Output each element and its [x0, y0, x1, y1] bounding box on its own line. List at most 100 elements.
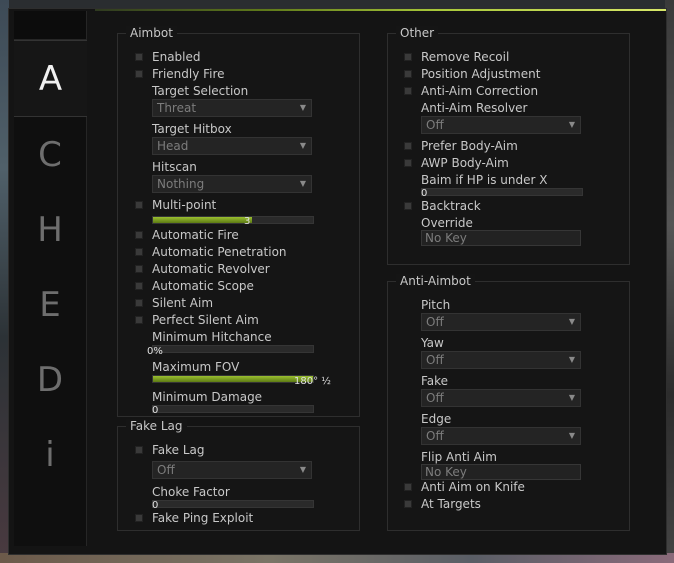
menu-window: A C H E D i Aimbot Enabled Friendly Fire…	[8, 8, 667, 555]
edge-value: Off	[426, 429, 444, 443]
max-fov-label: Maximum FOV	[152, 360, 240, 374]
min-hitchance-label: Minimum Hitchance	[152, 330, 272, 344]
tab-chams[interactable]: C	[14, 117, 86, 192]
yaw-dropdown[interactable]: Off ▼	[421, 351, 581, 369]
chevron-down-icon: ▼	[568, 355, 575, 364]
multipoint-slider[interactable]	[152, 216, 314, 224]
backtrack-checkbox[interactable]	[404, 202, 412, 210]
fake-ping-checkbox[interactable]	[135, 514, 143, 522]
choke-factor-label: Choke Factor	[152, 485, 230, 499]
fake-ping-label: Fake Ping Exploit	[152, 511, 254, 525]
anti-aimbot-group: Anti-Aimbot Pitch Off ▼ Yaw Off ▼ Fake O…	[387, 274, 630, 531]
at-targets-checkbox[interactable]	[404, 500, 412, 508]
auto-scope-checkbox[interactable]	[135, 282, 143, 290]
override-keybind[interactable]: No Key	[421, 230, 581, 246]
target-selection-label: Target Selection	[152, 84, 249, 98]
baim-hp-slider[interactable]	[421, 188, 583, 196]
position-adjustment-label: Position Adjustment	[421, 67, 541, 81]
min-damage-value: 0	[152, 405, 159, 416]
anti-aim-knife-label: Anti Aim on Knife	[421, 480, 525, 494]
pitch-dropdown[interactable]: Off ▼	[421, 313, 581, 331]
min-damage-label: Minimum Damage	[152, 390, 263, 404]
tab-bar: A C H E D i	[14, 11, 87, 546]
auto-penetration-label: Automatic Penetration	[152, 245, 287, 259]
accent-bar	[95, 9, 666, 11]
tab-info[interactable]: i	[14, 417, 86, 492]
auto-scope-label: Automatic Scope	[152, 279, 254, 293]
tab-aimbot[interactable]: A	[14, 40, 87, 117]
hitscan-value: Nothing	[157, 177, 205, 191]
edge-dropdown[interactable]: Off ▼	[421, 427, 581, 445]
fake-lag-mode-value: Off	[157, 463, 175, 477]
auto-fire-label: Automatic Fire	[152, 228, 239, 242]
hitscan-dropdown[interactable]: Nothing ▼	[152, 175, 312, 193]
prefer-body-aim-label: Prefer Body-Aim	[421, 139, 518, 153]
aimbot-group: Aimbot Enabled Friendly Fire Target Sele…	[117, 26, 360, 417]
friendly-fire-checkbox[interactable]	[135, 70, 143, 78]
multipoint-checkbox[interactable]	[135, 201, 143, 209]
target-hitbox-label: Target Hitbox	[152, 122, 232, 136]
target-selection-value: Threat	[157, 101, 197, 115]
perfect-silent-aim-checkbox[interactable]	[135, 316, 143, 324]
auto-revolver-label: Automatic Revolver	[152, 262, 270, 276]
pitch-value: Off	[426, 315, 444, 329]
chevron-down-icon: ▼	[299, 465, 306, 474]
target-selection-dropdown[interactable]: Threat ▼	[152, 99, 312, 117]
target-hitbox-dropdown[interactable]: Head ▼	[152, 137, 312, 155]
multipoint-label: Multi-point	[152, 198, 217, 212]
chevron-down-icon: ▼	[568, 431, 575, 440]
awp-body-aim-checkbox[interactable]	[404, 159, 412, 167]
min-damage-slider[interactable]	[152, 405, 314, 413]
auto-penetration-checkbox[interactable]	[135, 248, 143, 256]
max-fov-value: 180° ½	[294, 376, 331, 387]
flip-anti-aim-label: Flip Anti Aim	[421, 450, 497, 464]
enabled-checkbox[interactable]	[135, 53, 143, 61]
edge-label: Edge	[421, 412, 452, 426]
perfect-silent-aim-label: Perfect Silent Aim	[152, 313, 259, 327]
anti-aim-correction-label: Anti-Aim Correction	[421, 84, 539, 98]
yaw-label: Yaw	[421, 336, 444, 350]
fake-lag-checkbox[interactable]	[135, 446, 143, 454]
other-group: Other Remove Recoil Position Adjustment …	[387, 26, 630, 265]
max-fov-slider[interactable]	[152, 375, 314, 383]
flip-anti-aim-keybind[interactable]: No Key	[421, 464, 581, 480]
at-targets-label: At Targets	[421, 497, 481, 511]
prefer-body-aim-checkbox[interactable]	[404, 142, 412, 150]
enabled-label: Enabled	[152, 50, 201, 64]
target-hitbox-value: Head	[157, 139, 189, 153]
chevron-down-icon: ▼	[568, 317, 575, 326]
silent-aim-label: Silent Aim	[152, 296, 214, 310]
fakelag-group: Fake Lag Fake Lag Off ▼ Choke Factor 0 F…	[117, 419, 360, 531]
anti-aim-knife-checkbox[interactable]	[404, 483, 412, 491]
remove-recoil-label: Remove Recoil	[421, 50, 510, 64]
remove-recoil-checkbox[interactable]	[404, 53, 412, 61]
anti-aim-correction-checkbox[interactable]	[404, 87, 412, 95]
baim-hp-label: Baim if HP is under X	[421, 173, 548, 187]
chevron-down-icon: ▼	[299, 141, 306, 150]
fakelag-title: Fake Lag	[126, 419, 187, 433]
tab-misc[interactable]: D	[14, 342, 86, 417]
chevron-down-icon: ▼	[568, 393, 575, 402]
silent-aim-checkbox[interactable]	[135, 299, 143, 307]
position-adjustment-checkbox[interactable]	[404, 70, 412, 78]
anti-aimbot-title: Anti-Aimbot	[396, 274, 475, 288]
resolver-label: Anti-Aim Resolver	[421, 101, 528, 115]
auto-revolver-checkbox[interactable]	[135, 265, 143, 273]
tab-hvh[interactable]: H	[14, 192, 86, 267]
pitch-label: Pitch	[421, 298, 451, 312]
multipoint-slider-fill	[153, 217, 253, 223]
auto-fire-checkbox[interactable]	[135, 231, 143, 239]
fake-lag-mode-dropdown[interactable]: Off ▼	[152, 461, 312, 479]
fake-dropdown[interactable]: Off ▼	[421, 389, 581, 407]
other-title: Other	[396, 26, 439, 40]
resolver-dropdown[interactable]: Off ▼	[421, 116, 581, 134]
override-label: Override	[421, 216, 473, 230]
friendly-fire-label: Friendly Fire	[152, 67, 225, 81]
resolver-value: Off	[426, 118, 444, 132]
choke-factor-slider[interactable]	[152, 500, 314, 508]
multipoint-value: 3	[244, 216, 251, 227]
awp-body-aim-label: AWP Body-Aim	[421, 156, 509, 170]
yaw-value: Off	[426, 353, 444, 367]
tab-esp[interactable]: E	[14, 267, 86, 342]
min-hitchance-slider[interactable]	[152, 345, 314, 353]
